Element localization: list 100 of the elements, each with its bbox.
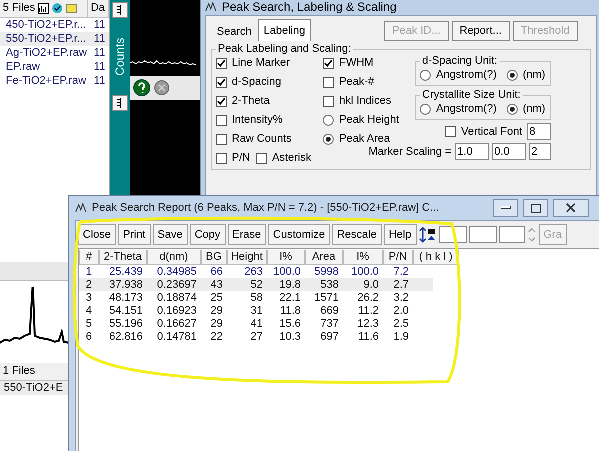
sort-icon[interactable] [418,226,437,244]
ruler-icon [116,5,124,15]
column-header[interactable]: I% [343,250,383,264]
table-cell-text: 27 [250,330,264,342]
table-row[interactable]: 3 48.173 0.18874 25 58 22.1 1571 26.2 3.2 [79,291,433,304]
checkbox-option[interactable]: FWHM [323,55,400,71]
checkbox-option[interactable]: Vertical Font [445,124,523,140]
chart-icon[interactable] [38,3,50,14]
toolbar-button[interactable]: Customize [268,224,330,245]
scale-button[interactable] [112,95,128,112]
toolbar-button[interactable]: Rescale [332,224,382,245]
file-row[interactable]: 450-TiO2+EP.r... 11 [0,18,109,32]
checkbox-option[interactable]: 2-Theta [216,93,312,109]
table-cell-text: 37.938 [108,278,144,290]
radio-option[interactable]: Angstrom(?) [420,67,497,83]
column-header[interactable]: P/N [383,250,413,264]
table-cell-text: 54.151 [108,304,144,316]
toolbar-button[interactable]: Erase [228,224,266,245]
table-cell-text: 0.34985 [156,266,198,278]
column-header[interactable]: BG [201,250,227,264]
column-header[interactable]: 2-Theta [99,250,147,264]
tab[interactable]: Labeling [258,19,312,41]
help-icon[interactable] [133,79,151,97]
radio-option[interactable]: (nm) [506,101,546,117]
file-name: Ag-TiO2+EP.raw [5,47,88,59]
close-button[interactable] [553,199,589,217]
input-field[interactable] [468,226,497,243]
toolbar-button[interactable]: Copy [190,224,226,245]
table-row[interactable]: 6 62.816 0.14781 22 27 10.3 697 11.6 1.9 [79,330,433,343]
column-header[interactable]: Da [88,0,109,17]
table-cell-text: 0.16627 [156,318,198,330]
ruler-icon [116,98,124,108]
toolbar-button[interactable]: Close [78,224,116,245]
scale-button[interactable] [112,2,128,18]
table-cell-text: 66 [210,266,224,278]
table-cell-text: 29 [210,318,224,330]
toolbar-button[interactable]: Help [384,224,417,245]
maximize-button[interactable] [523,199,548,217]
column-header[interactable]: # [79,250,99,264]
file-row[interactable]: Fe-TiO2+EP.raw 11 [0,74,109,88]
horizontal-scrollbar[interactable] [0,262,69,281]
table-cell-text: 4 [84,304,94,316]
check-icon[interactable] [52,3,64,14]
table-row[interactable]: 4 54.151 0.16923 29 31 11.8 669 11.2 2.0 [79,304,433,317]
column-header[interactable]: d(nm) [147,250,201,264]
file-row[interactable]: 550-TiO2+EP.r... 11 [0,32,109,46]
file-date: 11 [94,33,106,45]
checkbox-option[interactable]: hkl Indices [323,93,400,109]
toolbar-button[interactable]: Save [152,224,188,245]
file-name: Fe-TiO2+EP.raw [5,75,88,87]
radio-option[interactable]: Peak Height [323,112,400,128]
table-row[interactable]: 5 55.196 0.16627 29 41 15.6 737 12.3 2.5 [79,317,433,330]
column-header[interactable]: I% [267,250,305,264]
checkbox-option[interactable]: d-Spacing [216,74,312,90]
checkbox-option[interactable]: Asterisk [256,150,312,166]
file-date: 11 [94,47,106,59]
table-cell-text: 9.0 [362,278,380,290]
radio-option[interactable]: Angstrom(?) [420,101,497,117]
table-cell-text: 12.3 [356,318,380,330]
checkbox-option[interactable]: Raw Counts [216,131,312,147]
toolbar-button[interactable]: Print [118,224,151,245]
table-cell-text: 26.2 [356,292,380,304]
table-row[interactable]: 2 37.938 0.23697 43 52 19.8 538 9.0 2.7 [79,278,433,291]
table-cell-text: 11.8 [279,304,302,316]
cancel-icon[interactable] [154,80,170,96]
table-cell-text: 2.0 [392,304,410,316]
group-title: Peak Labeling and Scaling: [217,43,352,55]
radio-option[interactable]: (nm) [506,67,546,83]
file-row[interactable]: EP.raw 11 [0,60,109,74]
file-count-header[interactable]: 5 Files [0,0,88,17]
scaling-field[interactable]: 2 [528,143,551,160]
font-size-field[interactable]: 8 [526,123,551,140]
radio-option[interactable]: Peak Area [323,131,400,147]
table-cell-text: 737 [320,318,340,330]
file-name: 550-TiO2+E [3,382,64,394]
table-cell-text: 100.0 [350,266,380,278]
scaling-field[interactable]: 0.0 [492,143,526,160]
checkbox-option[interactable]: Peak-# [323,74,400,90]
table-cell-text: 0.18874 [156,292,198,304]
checkbox-option[interactable]: Line Marker [216,55,312,71]
group-title: d-Spacing Unit: [421,55,499,67]
file-row[interactable]: Ag-TiO2+EP.raw 11 [0,46,109,60]
table-cell-text: 0.14781 [156,330,198,342]
table-row[interactable]: 1 25.439 0.34985 66 263 100.0 5998 100.0 7.2 [79,265,433,278]
file-name: 550-TiO2+EP.r... [5,33,88,45]
table-cell-text: 3.2 [392,292,410,304]
checkmark-icon [217,96,226,106]
column-header[interactable]: Height [227,250,267,264]
table-cell-text: 100.0 [272,266,302,278]
input-field[interactable] [498,226,525,243]
column-header[interactable]: Area [305,250,343,264]
table-cell-text: 2.7 [392,278,410,290]
minimize-button[interactable] [493,199,518,217]
checkbox-option[interactable]: Intensity% [216,112,312,128]
dialog-button[interactable]: Report... [452,21,510,41]
group-title: Crystallite Size Unit: [421,89,522,101]
column-header[interactable]: ( h k l ) [413,250,459,264]
checkbox-option[interactable]: P/N [216,150,250,166]
scaling-field[interactable]: 1.0 [454,143,489,160]
table-cell-text: 10.3 [278,330,302,342]
